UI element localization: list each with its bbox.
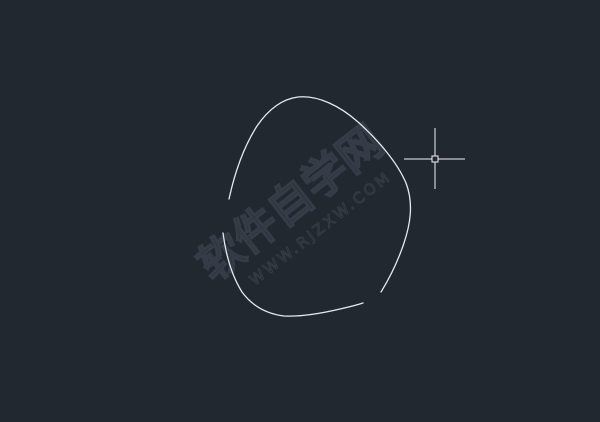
watermark: 软件自学网 WWW.RJZXW.COM — [188, 115, 396, 292]
model-space-canvas[interactable]: 软件自学网 WWW.RJZXW.COM — [0, 0, 600, 422]
drawing-viewport[interactable]: 软件自学网 WWW.RJZXW.COM — [0, 0, 600, 422]
crosshair-cursor-icon — [404, 128, 465, 189]
pickbox-icon — [431, 155, 439, 163]
